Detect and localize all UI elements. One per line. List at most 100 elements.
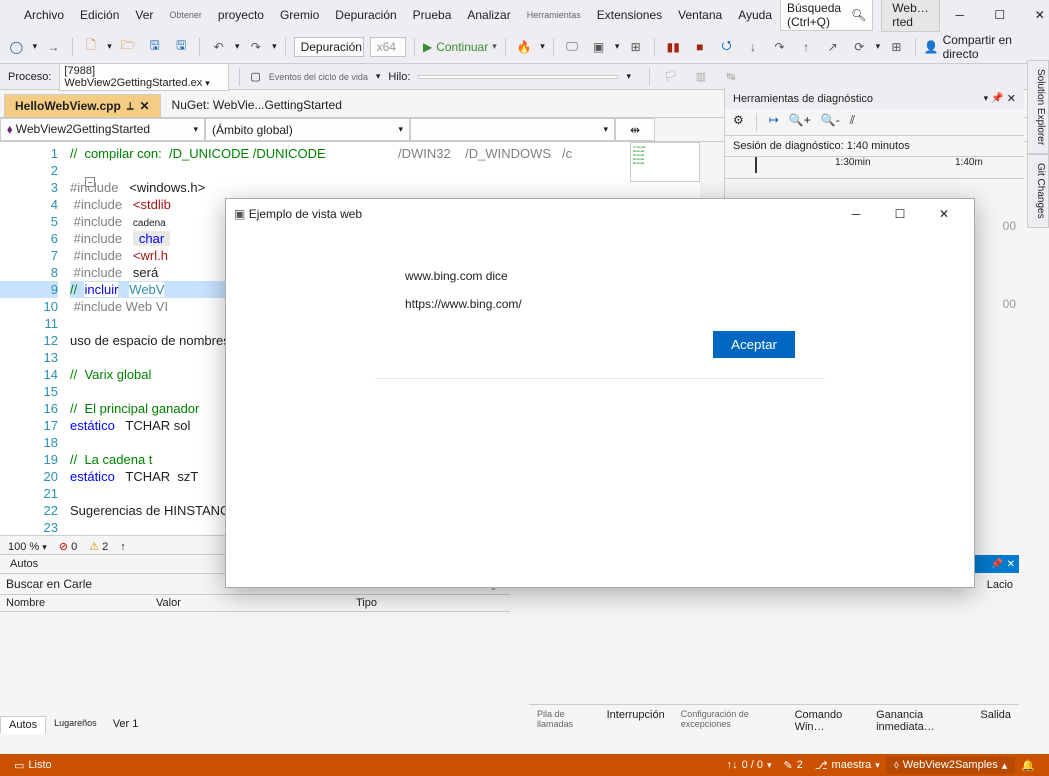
status-icon: ▭ — [14, 759, 24, 772]
tab-hellowebview[interactable]: HelloWebView.cpp⟂✕ — [4, 94, 161, 117]
undo-icon[interactable]: ↶ — [208, 36, 229, 58]
hot-reload-icon[interactable]: 🔥 — [514, 36, 535, 58]
menu-view[interactable]: Ver — [127, 8, 161, 22]
minimize-button[interactable]: ─ — [940, 1, 980, 29]
maximize-button[interactable]: ☐ — [980, 1, 1020, 29]
zoom-in-icon[interactable]: 🔍+ — [789, 113, 811, 131]
open-icon[interactable]: 🗁 — [118, 36, 139, 58]
alert-message: https://www.bing.com/ — [405, 297, 795, 311]
split-icon[interactable]: ⇹ — [615, 118, 655, 141]
liveshare-label[interactable]: Compartir en directo — [943, 33, 1043, 61]
stack-icon[interactable]: ▥ — [690, 66, 712, 88]
menu-file[interactable]: Archivo — [16, 8, 72, 22]
zoom-combo[interactable]: 100 % ▾ — [8, 541, 47, 553]
dialog-min[interactable]: ─ — [834, 200, 878, 228]
diag-chart-icon[interactable]: ⫽ — [850, 113, 855, 131]
thread-combo[interactable] — [418, 75, 618, 79]
menu-test[interactable]: Prueba — [405, 8, 460, 22]
git-changes-tab[interactable]: Git Changes — [1027, 154, 1049, 228]
xaml-icon[interactable]: ⊞ — [886, 36, 907, 58]
nav-project[interactable]: ⬧ WebView2GettingStarted▾ — [0, 118, 205, 141]
new-icon[interactable]: 🗋 — [81, 36, 102, 58]
tab-nuget[interactable]: NuGet: WebVie...GettingStarted — [161, 93, 353, 117]
menu-build[interactable]: Gremio — [272, 8, 327, 22]
tab-locals[interactable]: Lugareños — [46, 716, 105, 734]
menu-extensions[interactable]: Extensiones — [589, 8, 670, 22]
stack2-icon[interactable]: ↹ — [720, 66, 742, 88]
tab-output[interactable]: Salida — [972, 705, 1019, 734]
alert-ok-button[interactable]: Aceptar — [713, 331, 795, 358]
col-name[interactable]: Nombre — [6, 597, 156, 609]
tool-icon-2[interactable]: ▣ — [588, 36, 609, 58]
tab-breakpoints[interactable]: Interrupción — [599, 705, 673, 734]
error-count[interactable]: ⊘ 0 — [59, 540, 77, 553]
diag-gear-icon[interactable]: ⚙ — [733, 113, 744, 131]
menu-project[interactable]: proyecto — [210, 8, 272, 22]
alert-origin: www.bing.com dice — [405, 269, 795, 283]
restart-icon[interactable]: ⭯ — [716, 36, 737, 58]
close-button[interactable]: ✕ — [1020, 1, 1049, 29]
tool-icon-3[interactable]: ⊞ — [625, 36, 646, 58]
pause-icon[interactable]: ▮▮ — [663, 36, 684, 58]
redo-icon[interactable]: ↷ — [246, 36, 267, 58]
step-icon-a[interactable]: ↗ — [822, 36, 843, 58]
tool-icon-1[interactable]: 🖵 — [562, 36, 583, 58]
menu-tools[interactable]: Herramientas — [519, 10, 589, 20]
close-panel-icon[interactable]: ✕ — [1007, 92, 1016, 105]
dialog-close[interactable]: ✕ — [922, 200, 966, 228]
locals-search[interactable]: Buscar en Carle — [6, 577, 92, 591]
collapse-icon[interactable]: − — [85, 177, 95, 187]
status-bell-icon[interactable]: 🔔 — [1015, 757, 1041, 774]
save-icon[interactable]: 🖫 — [144, 36, 165, 58]
status-updown[interactable]: ↑↓ 0 / 0 ▾ — [721, 757, 778, 774]
tab-watch[interactable]: Ver 1 — [105, 716, 147, 734]
platform-combo[interactable]: x64 — [370, 37, 406, 57]
menu-get[interactable]: Obtener — [161, 10, 210, 20]
step-icon-b[interactable]: ⟳ — [849, 36, 870, 58]
step-over-icon[interactable]: ↷ — [769, 36, 790, 58]
lifecycle-icon[interactable]: ▢ — [250, 70, 260, 83]
close-tab-icon[interactable]: ✕ — [139, 99, 149, 113]
pin-icon[interactable]: 📌 — [991, 93, 1003, 104]
zoom-out-icon[interactable]: 🔍- — [821, 113, 840, 131]
step-into-icon[interactable]: ↓ — [743, 36, 764, 58]
config-combo[interactable]: Depuración — [294, 37, 364, 57]
col-type[interactable]: Tipo — [356, 597, 377, 609]
titlebar: Archivo Edición Ver Obtener proyecto Gre… — [0, 0, 1049, 30]
continue-button[interactable]: ▶Continuar▾ — [423, 40, 497, 54]
step-out-icon[interactable]: ↑ — [796, 36, 817, 58]
liveshare-icon[interactable]: 👤 — [924, 40, 939, 54]
diag-stop-icon[interactable]: ↦ — [769, 113, 779, 131]
flag-icon[interactable]: 🏳 — [660, 66, 682, 88]
menu-debug[interactable]: Depuración — [327, 8, 404, 22]
status-branch[interactable]: ⎇ maestra ▾ — [809, 757, 886, 774]
tab-callstack[interactable]: Pila de llamadas — [529, 705, 599, 734]
menu-analyze[interactable]: Analizar — [459, 8, 518, 22]
save-all-icon[interactable]: 🖫 — [171, 36, 192, 58]
solution-explorer-tab[interactable]: Solution Explorer — [1027, 60, 1049, 154]
tab-command[interactable]: Comando Win… — [787, 705, 869, 734]
nav-member[interactable]: ▾ — [410, 118, 615, 141]
dialog-max[interactable]: ☐ — [878, 200, 922, 228]
menu-window[interactable]: Ventana — [670, 8, 730, 22]
forward-icon[interactable]: → — [43, 36, 64, 58]
warning-count[interactable]: ⚠ 2 — [89, 540, 108, 553]
status-repo[interactable]: ⬨ WebView2Samples ▴ — [886, 757, 1015, 774]
tab-exceptions[interactable]: Configuración de excepciones — [673, 705, 787, 734]
tab-immediate[interactable]: Ganancia inmediata… — [868, 705, 972, 734]
col-value[interactable]: Valor — [156, 597, 356, 609]
solution-name[interactable]: Web…rted — [881, 0, 939, 32]
process-combo[interactable]: [7988] WebView2GettingStarted.ex ▾ — [59, 63, 229, 91]
pin-icon[interactable]: ⟂ — [127, 101, 134, 112]
pinned-tool-bar[interactable]: 📌 ✕ — [969, 555, 1019, 573]
status-changes[interactable]: ✎ 2 — [778, 757, 809, 774]
menu-edit[interactable]: Edición — [72, 8, 127, 22]
back-icon[interactable]: ◯ — [6, 36, 27, 58]
stop-icon[interactable]: ■ — [690, 36, 711, 58]
nav-up-icon[interactable]: ↑ — [120, 541, 126, 553]
nav-scope[interactable]: (Ámbito global)▾ — [205, 118, 410, 141]
tab-autos[interactable]: Autos — [0, 716, 46, 734]
quick-search[interactable]: Búsqueda (Ctrl+Q) 🔍︎ — [780, 0, 873, 31]
menu-help[interactable]: Ayuda — [730, 8, 780, 22]
minimap[interactable]: // compile#include#include#include#inclu… — [630, 142, 700, 182]
